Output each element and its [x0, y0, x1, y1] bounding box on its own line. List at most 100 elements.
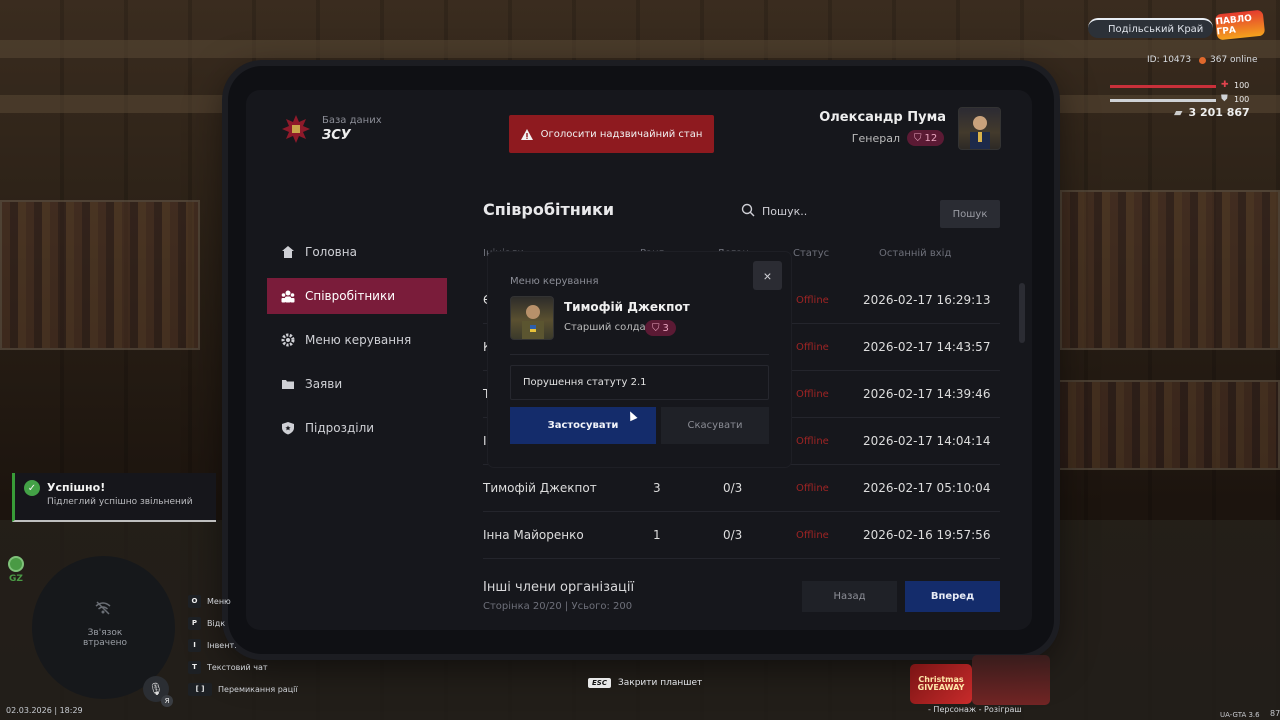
keybind-label: Меню [207, 596, 231, 606]
keybind-row: I Інвент. [188, 634, 298, 656]
close-tablet-hint: ESC Закрити планшет [588, 678, 702, 688]
employee-last-login: 2026-02-17 16:29:13 [863, 293, 991, 307]
sidebar-item-label: Підрозділи [305, 421, 375, 435]
user-rank-level: 12 [924, 132, 938, 144]
column-header-last-login: Останній вхід [879, 248, 952, 259]
employee-last-login: 2026-02-17 14:43:57 [863, 340, 991, 354]
keybind-label: Відк [207, 618, 226, 628]
promo-text: Christmas GIVEAWAY [917, 674, 965, 692]
employee-status: Offline [796, 389, 829, 400]
radar-status: Зв'язок втрачено [82, 628, 128, 648]
armor-value: 100 [1234, 95, 1250, 104]
game-version: UA-GTA 3.6 [1220, 711, 1260, 719]
employee-rank: 1 [653, 528, 661, 542]
sidebar-item-label: Заяви [305, 377, 343, 391]
health-bar [1110, 85, 1216, 88]
emergency-button[interactable]: Оголосити надзвичайний стан [509, 115, 714, 153]
key-cap: I [188, 638, 201, 652]
sidebar-item-applications[interactable]: Заяви [267, 366, 447, 402]
employee-status: Offline [796, 342, 829, 353]
employee-status: Offline [796, 436, 829, 447]
close-button[interactable]: × [753, 261, 782, 290]
game-logo-text: ПАВЛО ГРА [1215, 13, 1253, 38]
mic-user-label: Я [161, 695, 173, 707]
shield-icon [282, 422, 294, 435]
sidebar-item-divisions[interactable]: Підрозділи [267, 410, 447, 446]
money-icon: ▰ [1174, 106, 1183, 119]
esc-key: ESC [588, 678, 611, 688]
toast-title: Успішно! [47, 481, 106, 494]
keybind-row: [ ] Перемикання рації [188, 678, 298, 700]
member-name: Тимофій Джекпот [564, 300, 690, 314]
employee-status: Offline [796, 530, 829, 541]
key-cap: O [188, 594, 201, 608]
folder-icon [282, 380, 294, 389]
armor-shield-icon: ⛊ [1221, 94, 1228, 104]
sidebar-item-home[interactable]: Головна [267, 234, 447, 270]
sidebar-item-label: Співробітники [305, 289, 396, 303]
keybind-row: O Меню [188, 590, 298, 612]
money-value: 3 201 867 [1188, 106, 1250, 119]
employee-last-login: 2026-02-17 14:04:14 [863, 434, 991, 448]
keybind-hints: O Меню P Відк I Інвент. T Текстовий чат [ ] П… [188, 590, 298, 700]
modal-title: Меню керування [510, 276, 599, 287]
server-name-badge: Подільський Край [1088, 18, 1214, 38]
search-input[interactable] [762, 202, 932, 220]
home-icon [282, 246, 294, 258]
employee-name: Тимофій Джекпот [483, 481, 597, 495]
rank-shield-icon: ⛉ [652, 322, 660, 334]
user-name: Олександр Пума [819, 110, 946, 125]
online-dot-icon [1199, 56, 1206, 64]
employee-warnings: 0/3 [723, 528, 743, 542]
database-label: База даних [322, 115, 382, 126]
user-portrait-icon [970, 116, 990, 149]
table-row[interactable]: Тимофій Джекпот 3 0/3 Offline 2026-02-17 05:… [483, 466, 1000, 512]
pagination-info: Сторінка 20/20 | Усього: 200 [483, 601, 633, 612]
reason-input[interactable] [510, 365, 769, 400]
keybind-label: Перемикання рації [218, 684, 298, 694]
christmas-giveaway-banner[interactable]: Christmas GIVEAWAY [910, 664, 972, 704]
user-avatar[interactable] [958, 107, 1001, 150]
employee-last-login: 2026-02-16 19:57:56 [863, 528, 991, 542]
server-name: Подільський Край [1108, 23, 1204, 35]
keybind-label: Інвент. [207, 640, 237, 650]
keybind-row: P Відк [188, 612, 298, 634]
sidebar-item-control-menu[interactable]: Меню керування [267, 322, 447, 358]
member-rank-level: 3 [662, 322, 669, 334]
employee-warnings: 0/3 [723, 481, 743, 495]
modal-divider [510, 354, 769, 355]
user-rank-badge: ⛉ 12 [907, 130, 945, 146]
zone-icon [8, 556, 24, 572]
forward-button[interactable]: Вперед [905, 581, 1000, 612]
organization-name: ЗСУ [322, 128, 351, 143]
money-display: ▰ 3 201 867 [1174, 106, 1250, 119]
search-button[interactable]: Пошук [940, 200, 1000, 228]
table-scrollbar[interactable] [1019, 283, 1025, 343]
sidebar-item-employees[interactable]: Співробітники [267, 278, 447, 314]
member-rank: Старший солдат [564, 322, 652, 333]
promo-character-image [972, 655, 1050, 705]
no-signal-icon [95, 601, 111, 615]
sidebar-item-label: Меню керування [305, 333, 412, 347]
key-cap: [ ] [188, 682, 212, 696]
key-cap: T [188, 660, 201, 674]
back-button[interactable]: Назад [802, 581, 897, 612]
success-toast: ✓ Успішно! Підлеглий успішно звільнений [12, 473, 216, 522]
member-rank-badge: ⛉ 3 [645, 320, 676, 336]
armor-bar [1110, 99, 1216, 102]
check-icon: ✓ [24, 480, 40, 496]
zone-indicator: GZ [8, 556, 24, 584]
health-value: 100 [1234, 81, 1250, 90]
table-row[interactable]: Інна Майоренко 1 0/3 Offline 2026-02-16 19:5… [483, 513, 1000, 559]
zsu-emblem-icon [282, 115, 310, 143]
column-header-status: Статус [793, 248, 830, 259]
cancel-button[interactable]: Скасувати [661, 407, 769, 444]
employee-rank: 3 [653, 481, 661, 495]
toast-message: Підлеглий успішно звільнений [47, 497, 193, 507]
warning-icon [520, 128, 533, 140]
employee-name: І [483, 434, 487, 448]
online-count: 367 online [1199, 55, 1258, 65]
key-cap: P [188, 616, 201, 630]
fps-counter: 87 [1270, 709, 1280, 718]
close-tablet-label: Закрити планшет [617, 678, 703, 688]
